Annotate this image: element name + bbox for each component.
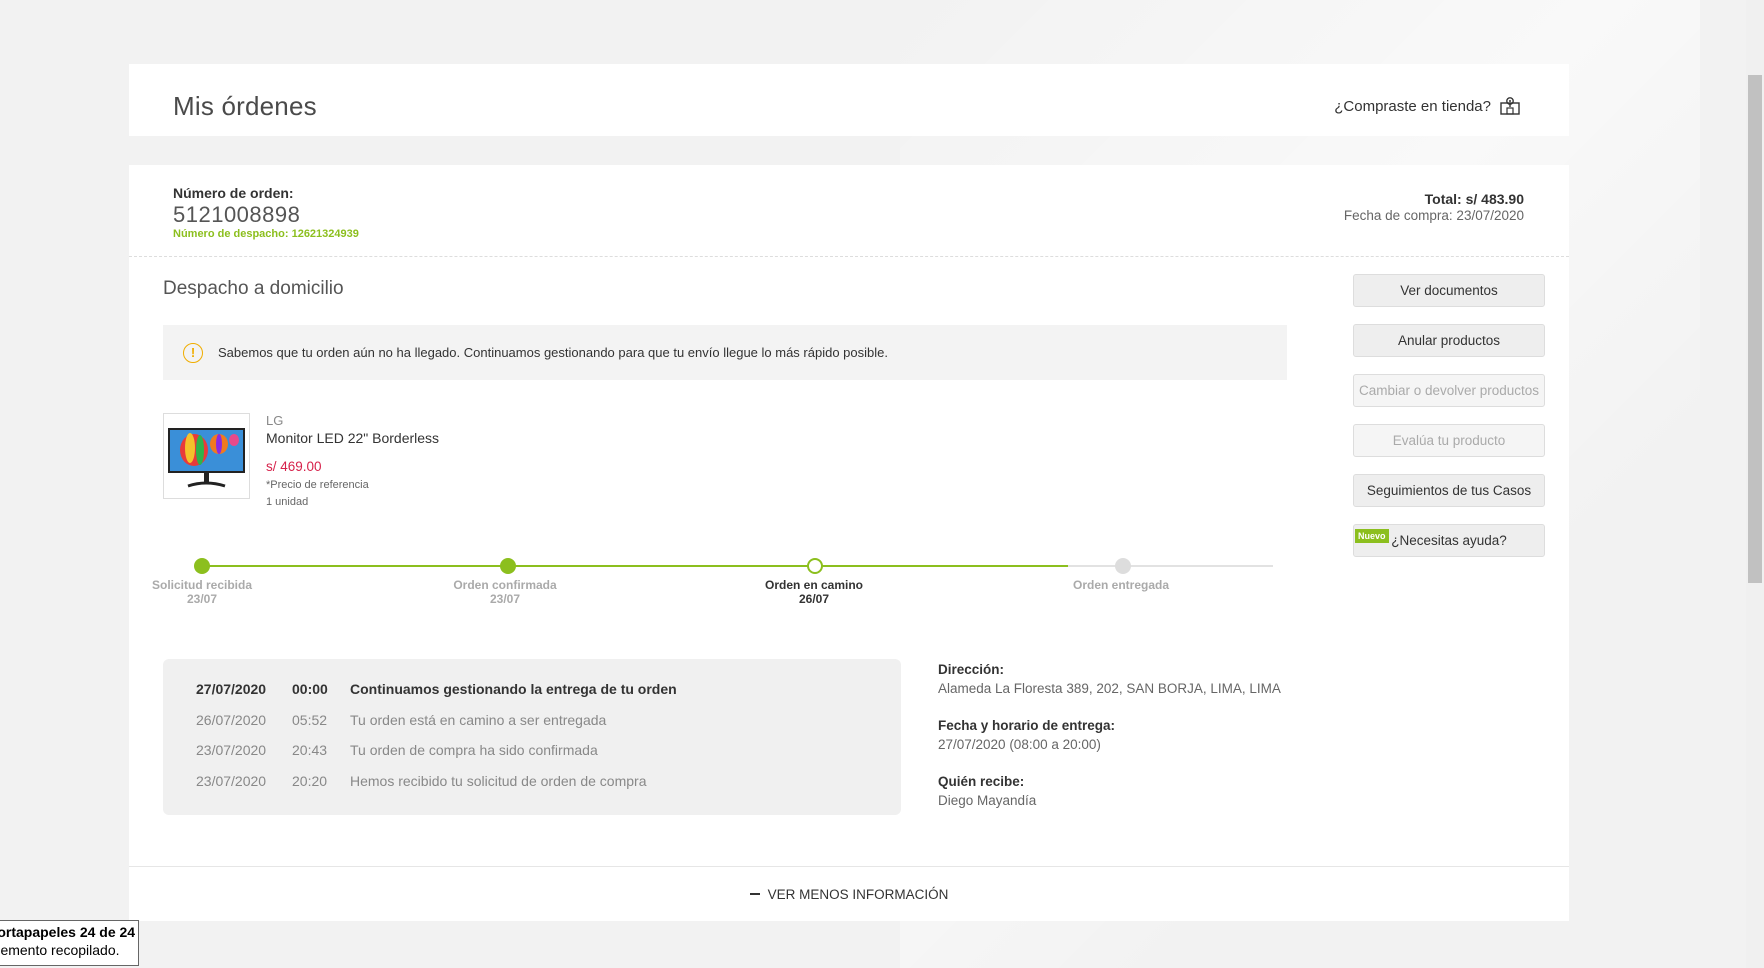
history-time: 20:43	[292, 742, 328, 758]
step-confirmed: Orden confirmada 23/07	[435, 578, 575, 606]
page-title: Mis órdenes	[173, 91, 317, 121]
price-reference-note: *Precio de referencia	[266, 479, 369, 491]
page-header: Mis órdenes ¿Compraste en tienda?	[129, 64, 1569, 136]
minus-icon	[749, 893, 760, 895]
track-cases-button[interactable]: Seguimientos de tus Casos	[1353, 474, 1545, 507]
scrollbar-thumb[interactable]	[1748, 75, 1762, 583]
clipboard-toast: Portapapeles 24 de 24 Elemento recopilad…	[0, 920, 139, 966]
history-row: 27/07/2020 00:00 Continuamos gestionando…	[196, 681, 677, 701]
address-value: Alameda La Floresta 389, 202, SAN BORJA,…	[938, 681, 1281, 696]
clipboard-title: Portapapeles 24 de 24	[0, 924, 136, 940]
step-dot-in-transit	[807, 558, 823, 574]
product-quantity: 1 unidad	[266, 496, 309, 508]
address-label: Dirección:	[938, 662, 1005, 677]
vertical-scrollbar[interactable]	[1746, 0, 1764, 968]
alert-text: Sabemos que tu orden aún no ha llegado. …	[218, 345, 888, 360]
order-number-label: Número de orden:	[173, 185, 294, 201]
order-history: 27/07/2020 00:00 Continuamos gestionando…	[163, 659, 901, 815]
history-text: Continuamos gestionando la entrega de tu…	[350, 681, 677, 697]
step-delivered-label: Orden entregada	[1072, 578, 1170, 592]
step-dot-confirmed	[500, 558, 516, 574]
product-price: s/ 469.00	[266, 459, 322, 474]
schedule-label: Fecha y horario de entrega:	[938, 718, 1116, 733]
order-number: 5121008898	[173, 202, 301, 227]
history-text: Tu orden está en camino a ser entregada	[350, 712, 607, 728]
step-dot-received	[194, 558, 210, 574]
receiver-value: Diego Mayandía	[938, 793, 1037, 808]
warning-icon: !	[183, 342, 203, 363]
clipboard-subtitle: Elemento recopilado.	[0, 942, 120, 958]
history-date: 27/07/2020	[196, 681, 267, 697]
order-actions: Ver documentos Anular productos Cambiar …	[1353, 274, 1545, 574]
product-item: LG Monitor LED 22" Borderless s/ 469.00 …	[163, 413, 763, 523]
store-location-icon	[1499, 96, 1521, 116]
schedule-value: 27/07/2020 (08:00 a 20:00)	[938, 737, 1101, 752]
receiver-block: Quién recibe: Diego Mayandía	[938, 774, 1298, 808]
progress-fill	[202, 565, 1068, 567]
store-purchase-label: ¿Compraste en tienda?	[1334, 97, 1491, 115]
delay-alert: ! Sabemos que tu orden aún no ha llegado…	[163, 325, 1287, 380]
rate-product-button[interactable]: Evalúa tu producto	[1353, 424, 1545, 457]
cancel-products-button[interactable]: Anular productos	[1353, 324, 1545, 357]
step-confirmed-date: 23/07	[489, 592, 521, 606]
step-delivered: Orden entregada	[1051, 578, 1191, 592]
step-dot-delivered	[1115, 558, 1131, 574]
product-name[interactable]: Monitor LED 22" Borderless	[266, 430, 439, 446]
return-products-button[interactable]: Cambiar o devolver productos	[1353, 374, 1545, 407]
step-in-transit-label: Orden en camino	[764, 578, 864, 592]
history-text: Tu orden de compra ha sido confirmada	[350, 742, 598, 758]
history-row: 26/07/2020 05:52 Tu orden está en camino…	[196, 712, 606, 732]
delivery-details: Dirección: Alameda La Floresta 389, 202,…	[938, 662, 1298, 830]
delivery-type-title: Despacho a domicilio	[163, 278, 344, 299]
history-time: 00:00	[292, 681, 328, 697]
step-in-transit-date: 26/07	[798, 592, 830, 606]
help-button[interactable]: Nuevo ¿Necesitas ayuda?	[1353, 524, 1545, 557]
history-row: 23/07/2020 20:20 Hemos recibido tu solic…	[196, 773, 647, 793]
step-received: Solicitud recibida 23/07	[132, 578, 272, 606]
address-block: Dirección: Alameda La Floresta 389, 202,…	[938, 662, 1298, 696]
purchase-date: Fecha de compra: 23/07/2020	[1343, 208, 1524, 223]
store-purchase-link[interactable]: ¿Compraste en tienda?	[1334, 96, 1521, 116]
receiver-label: Quién recibe:	[938, 774, 1025, 789]
view-documents-button[interactable]: Ver documentos	[1353, 274, 1545, 307]
dispatch-number: Número de despacho: 12621324939	[173, 228, 359, 240]
step-in-transit: Orden en camino 26/07	[744, 578, 884, 606]
new-badge: Nuevo	[1355, 529, 1389, 543]
product-brand: LG	[266, 413, 284, 428]
order-header: Número de orden: 5121008898 Número de de…	[129, 165, 1569, 257]
history-time: 05:52	[292, 712, 328, 728]
help-button-label: ¿Necesitas ayuda?	[1391, 533, 1507, 548]
order-total: Total: s/ 483.90	[1424, 191, 1524, 207]
order-progress-tracker: Solicitud recibida 23/07 Orden confirmad…	[129, 553, 1309, 633]
history-text: Hemos recibido tu solicitud de orden de …	[350, 773, 647, 789]
step-received-label: Solicitud recibida	[151, 578, 253, 592]
show-less-toggle[interactable]: VER MENOS INFORMACIÓN	[129, 866, 1569, 921]
history-row: 23/07/2020 20:43 Tu orden de compra ha s…	[196, 742, 598, 762]
step-confirmed-label: Orden confirmada	[453, 578, 557, 592]
schedule-block: Fecha y horario de entrega: 27/07/2020 (…	[938, 718, 1298, 752]
order-card: Número de orden: 5121008898 Número de de…	[129, 165, 1569, 921]
history-time: 20:20	[292, 773, 328, 789]
history-date: 23/07/2020	[196, 773, 267, 789]
history-date: 23/07/2020	[196, 742, 267, 758]
step-received-date: 23/07	[186, 592, 218, 606]
show-less-label: VER MENOS INFORMACIÓN	[767, 886, 949, 902]
history-date: 26/07/2020	[196, 712, 267, 728]
product-image[interactable]	[163, 413, 250, 499]
